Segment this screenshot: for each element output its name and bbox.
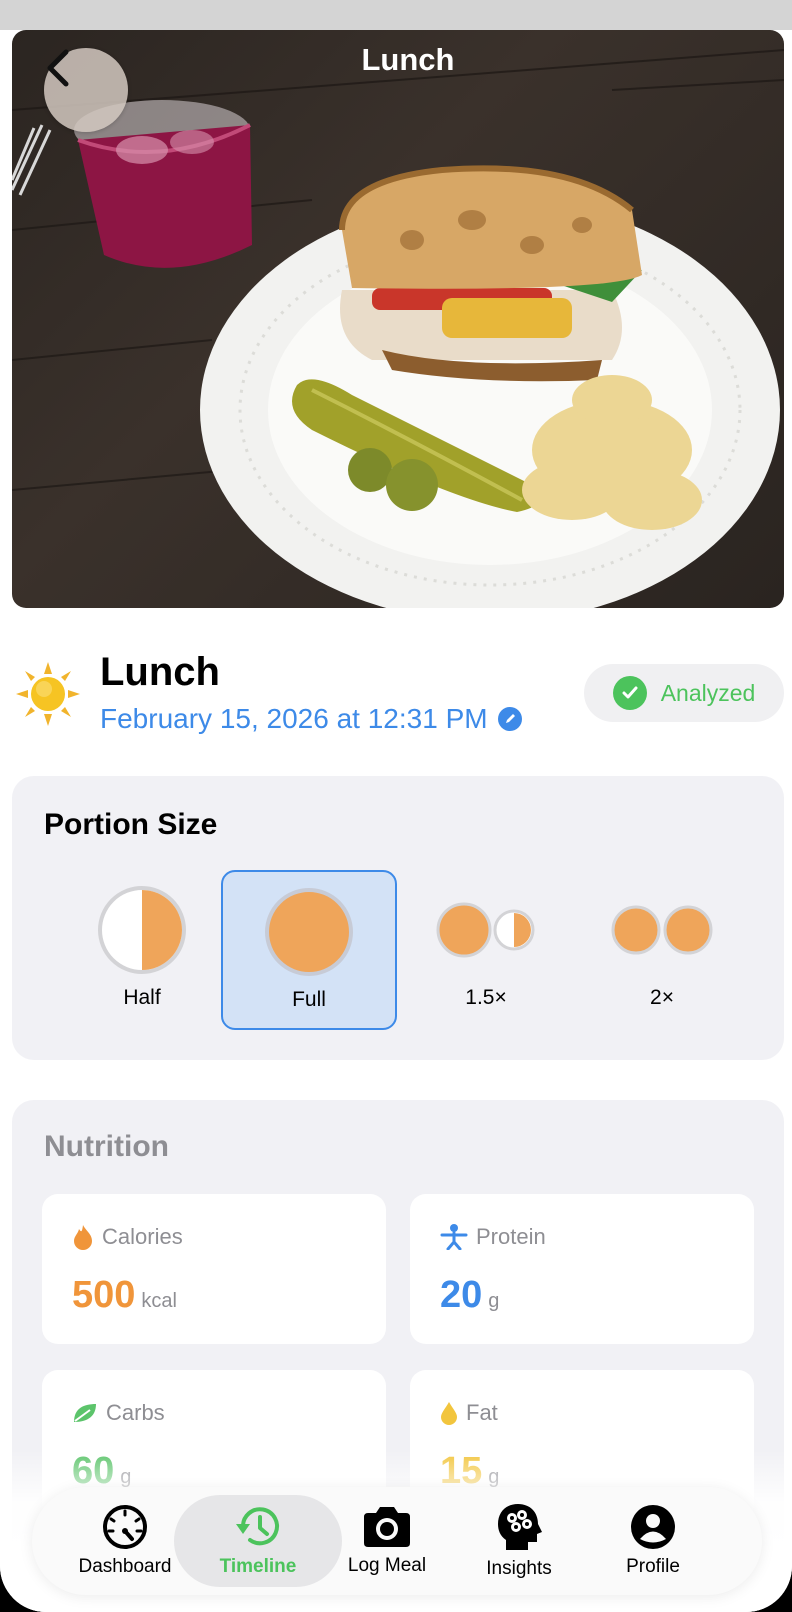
tab-dashboard[interactable]: Dashboard — [60, 1495, 190, 1587]
meal-photo: Lunch — [12, 30, 784, 608]
status-bar-area — [0, 0, 792, 30]
portion-label: 1.5× — [465, 986, 507, 1009]
fat-label: Fat — [466, 1400, 498, 1425]
tab-label: Log Meal — [347, 1555, 427, 1576]
status-text: Analyzed — [660, 679, 756, 706]
portion-option-full[interactable]: Full — [221, 870, 397, 1030]
calories-unit: kcal — [141, 1290, 177, 1312]
protein-tile: Protein 20 g — [410, 1194, 754, 1344]
full-portion-icon — [264, 884, 354, 980]
leaf-icon — [74, 1404, 96, 1422]
carbs-label: Carbs — [106, 1400, 165, 1425]
one-and-half-portion-icon — [436, 882, 536, 978]
camera-icon — [364, 1507, 410, 1547]
calories-tile: Calories 500 kcal — [42, 1194, 386, 1344]
meal-detail-screen: Lunch Lunch February 15, 2026 at 12:31 P… — [0, 0, 792, 1612]
portion-option-2x[interactable]: 2× — [574, 870, 750, 1030]
tab-profile[interactable]: Profile — [588, 1495, 718, 1587]
gauge-icon — [103, 1505, 147, 1549]
brain-head-icon — [498, 1504, 542, 1550]
tab-label: Dashboard — [78, 1556, 172, 1577]
calories-value: 500 — [72, 1274, 136, 1316]
meal-datetime[interactable]: February 15, 2026 at 12:31 PM — [100, 703, 522, 735]
portion-option-half[interactable]: Half — [54, 870, 230, 1030]
portion-size-title: Portion Size — [44, 808, 218, 841]
portion-label: Full — [292, 988, 326, 1011]
meal-datetime-text: February 15, 2026 at 12:31 PM — [100, 703, 488, 734]
portion-label: Half — [123, 986, 161, 1009]
protein-label: Protein — [476, 1224, 546, 1249]
pencil-icon[interactable] — [497, 707, 522, 731]
meal-photo-illustration — [12, 49, 784, 608]
tab-log-meal[interactable]: Log Meal — [322, 1495, 452, 1587]
portion-size-card: Portion Size Half Full 1.5× 2× — [12, 776, 784, 1060]
calories-label: Calories — [102, 1224, 183, 1249]
nav-title: Lunch — [361, 42, 455, 77]
tab-timeline[interactable]: Timeline — [174, 1495, 342, 1587]
tab-bar: Dashboard Timeline Log Meal Insights Pro… — [32, 1487, 762, 1595]
flame-icon — [74, 1225, 92, 1250]
status-badge: Analyzed — [584, 664, 784, 722]
meal-title: Lunch — [100, 650, 220, 694]
portion-label: 2× — [650, 986, 674, 1009]
double-portion-icon — [610, 882, 714, 978]
nutrition-title: Nutrition — [44, 1130, 169, 1163]
tab-label: Profile — [626, 1556, 680, 1577]
protein-unit: g — [488, 1290, 500, 1312]
portion-option-1-5x[interactable]: 1.5× — [398, 870, 574, 1030]
tab-insights[interactable]: Insights — [454, 1495, 584, 1587]
person-icon — [440, 1224, 468, 1250]
sun-icon — [16, 662, 80, 726]
protein-value: 20 — [440, 1274, 483, 1316]
history-icon — [236, 1507, 279, 1546]
tab-label: Insights — [486, 1558, 552, 1579]
drop-icon — [441, 1402, 457, 1425]
half-portion-icon — [97, 882, 187, 978]
checkmark-icon — [612, 676, 647, 710]
person-circle-icon — [631, 1505, 675, 1549]
tab-label: Timeline — [219, 1556, 297, 1577]
